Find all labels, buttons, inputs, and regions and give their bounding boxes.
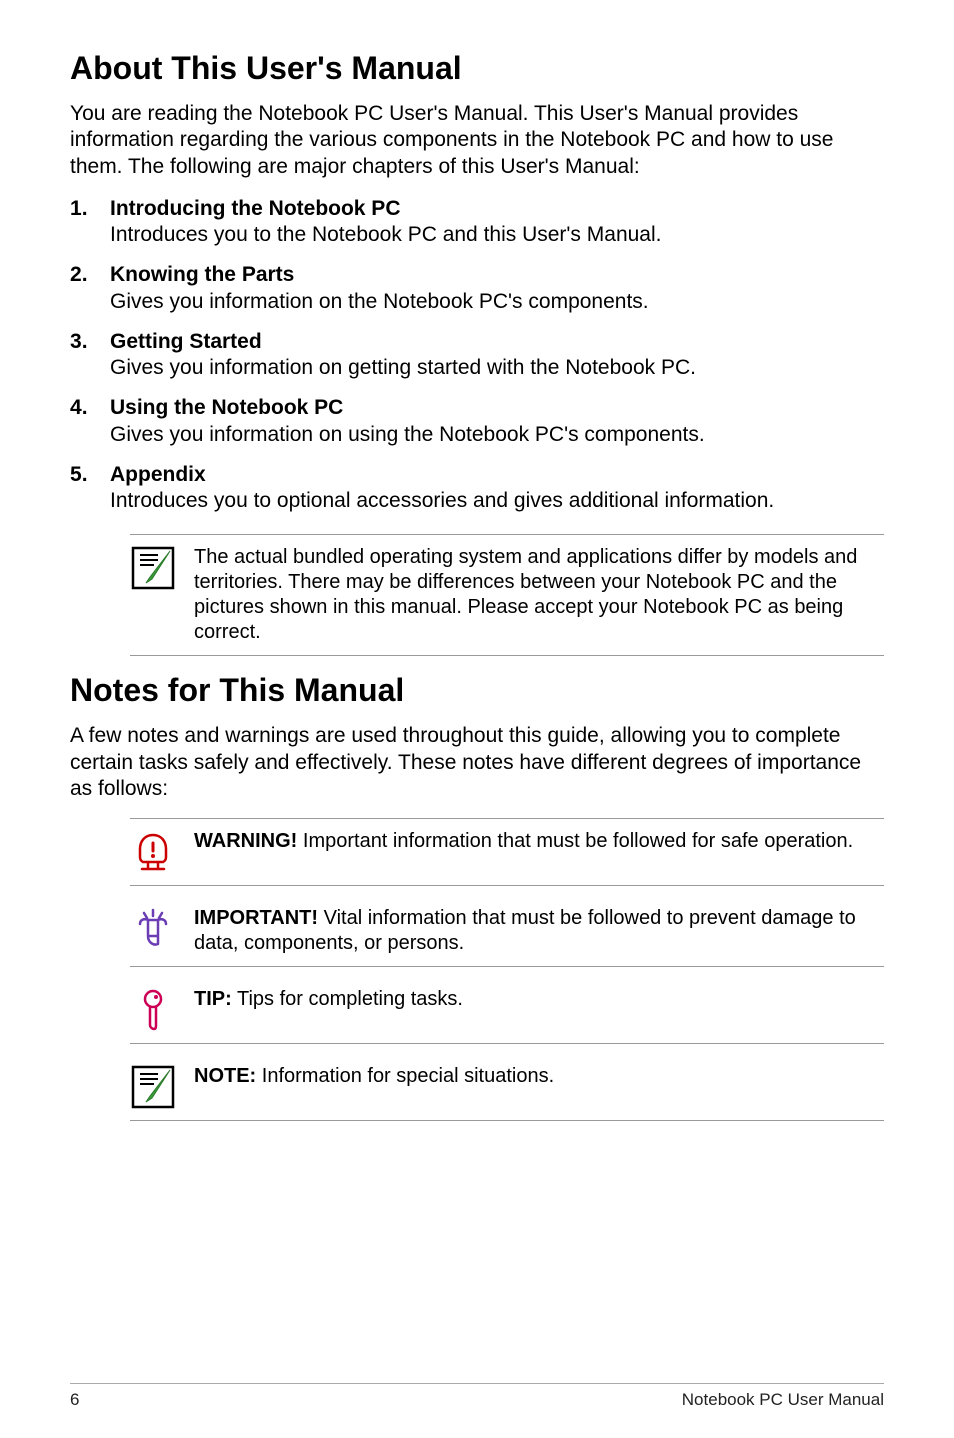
warning-icon — [130, 829, 176, 875]
note-body: Information for special situations. — [256, 1065, 554, 1087]
chapter-item: Using the Notebook PC Gives you informat… — [70, 395, 884, 448]
chapter-item: Introducing the Notebook PC Introduces y… — [70, 196, 884, 249]
note-icon — [130, 545, 176, 591]
page-number: 6 — [70, 1390, 79, 1410]
note-callout-text: The actual bundled operating system and … — [194, 545, 884, 645]
chapter-title: Introducing the Notebook PC — [110, 196, 884, 222]
tip-body: Tips for completing tasks. — [232, 988, 463, 1010]
important-label: IMPORTANT! — [194, 907, 318, 929]
notes-intro-text: A few notes and warnings are used throug… — [70, 723, 884, 802]
important-icon — [130, 906, 176, 952]
tip-icon — [130, 987, 176, 1033]
chapter-list: Introducing the Notebook PC Introduces y… — [70, 196, 884, 515]
important-callout: IMPORTANT! Vital information that must b… — [130, 896, 884, 967]
note-callout: The actual bundled operating system and … — [130, 534, 884, 656]
section-heading-notes: Notes for This Manual — [70, 672, 884, 709]
chapter-item: Knowing the Parts Gives you information … — [70, 262, 884, 315]
tip-callout-text: TIP: Tips for completing tasks. — [194, 987, 884, 1012]
warning-label: WARNING! — [194, 830, 297, 852]
warning-body: Important information that must be follo… — [297, 830, 853, 852]
chapter-desc: Gives you information on the Notebook PC… — [110, 290, 649, 313]
chapter-title: Knowing the Parts — [110, 262, 884, 288]
chapter-title: Appendix — [110, 462, 884, 488]
about-intro-text: You are reading the Notebook PC User's M… — [70, 101, 884, 180]
note-callout-2: NOTE: Information for special situations… — [130, 1054, 884, 1121]
chapter-item: Appendix Introduces you to optional acce… — [70, 462, 884, 515]
tip-label: TIP: — [194, 988, 232, 1010]
page-footer: 6 Notebook PC User Manual — [70, 1383, 884, 1410]
chapter-desc: Introduces you to optional accessories a… — [110, 489, 774, 512]
chapter-title: Getting Started — [110, 329, 884, 355]
warning-callout-text: WARNING! Important information that must… — [194, 829, 884, 854]
chapter-desc: Gives you information on getting started… — [110, 356, 696, 379]
chapter-desc: Gives you information on using the Noteb… — [110, 423, 705, 446]
footer-title: Notebook PC User Manual — [682, 1390, 884, 1410]
chapter-item: Getting Started Gives you information on… — [70, 329, 884, 382]
note-icon — [130, 1064, 176, 1110]
chapter-desc: Introduces you to the Notebook PC and th… — [110, 223, 661, 246]
chapter-title: Using the Notebook PC — [110, 395, 884, 421]
note-callout-text-2: NOTE: Information for special situations… — [194, 1064, 884, 1089]
note-label: NOTE: — [194, 1065, 256, 1087]
important-callout-text: IMPORTANT! Vital information that must b… — [194, 906, 884, 956]
tip-callout: TIP: Tips for completing tasks. — [130, 977, 884, 1044]
warning-callout: WARNING! Important information that must… — [130, 818, 884, 886]
section-heading-about: About This User's Manual — [70, 50, 884, 87]
